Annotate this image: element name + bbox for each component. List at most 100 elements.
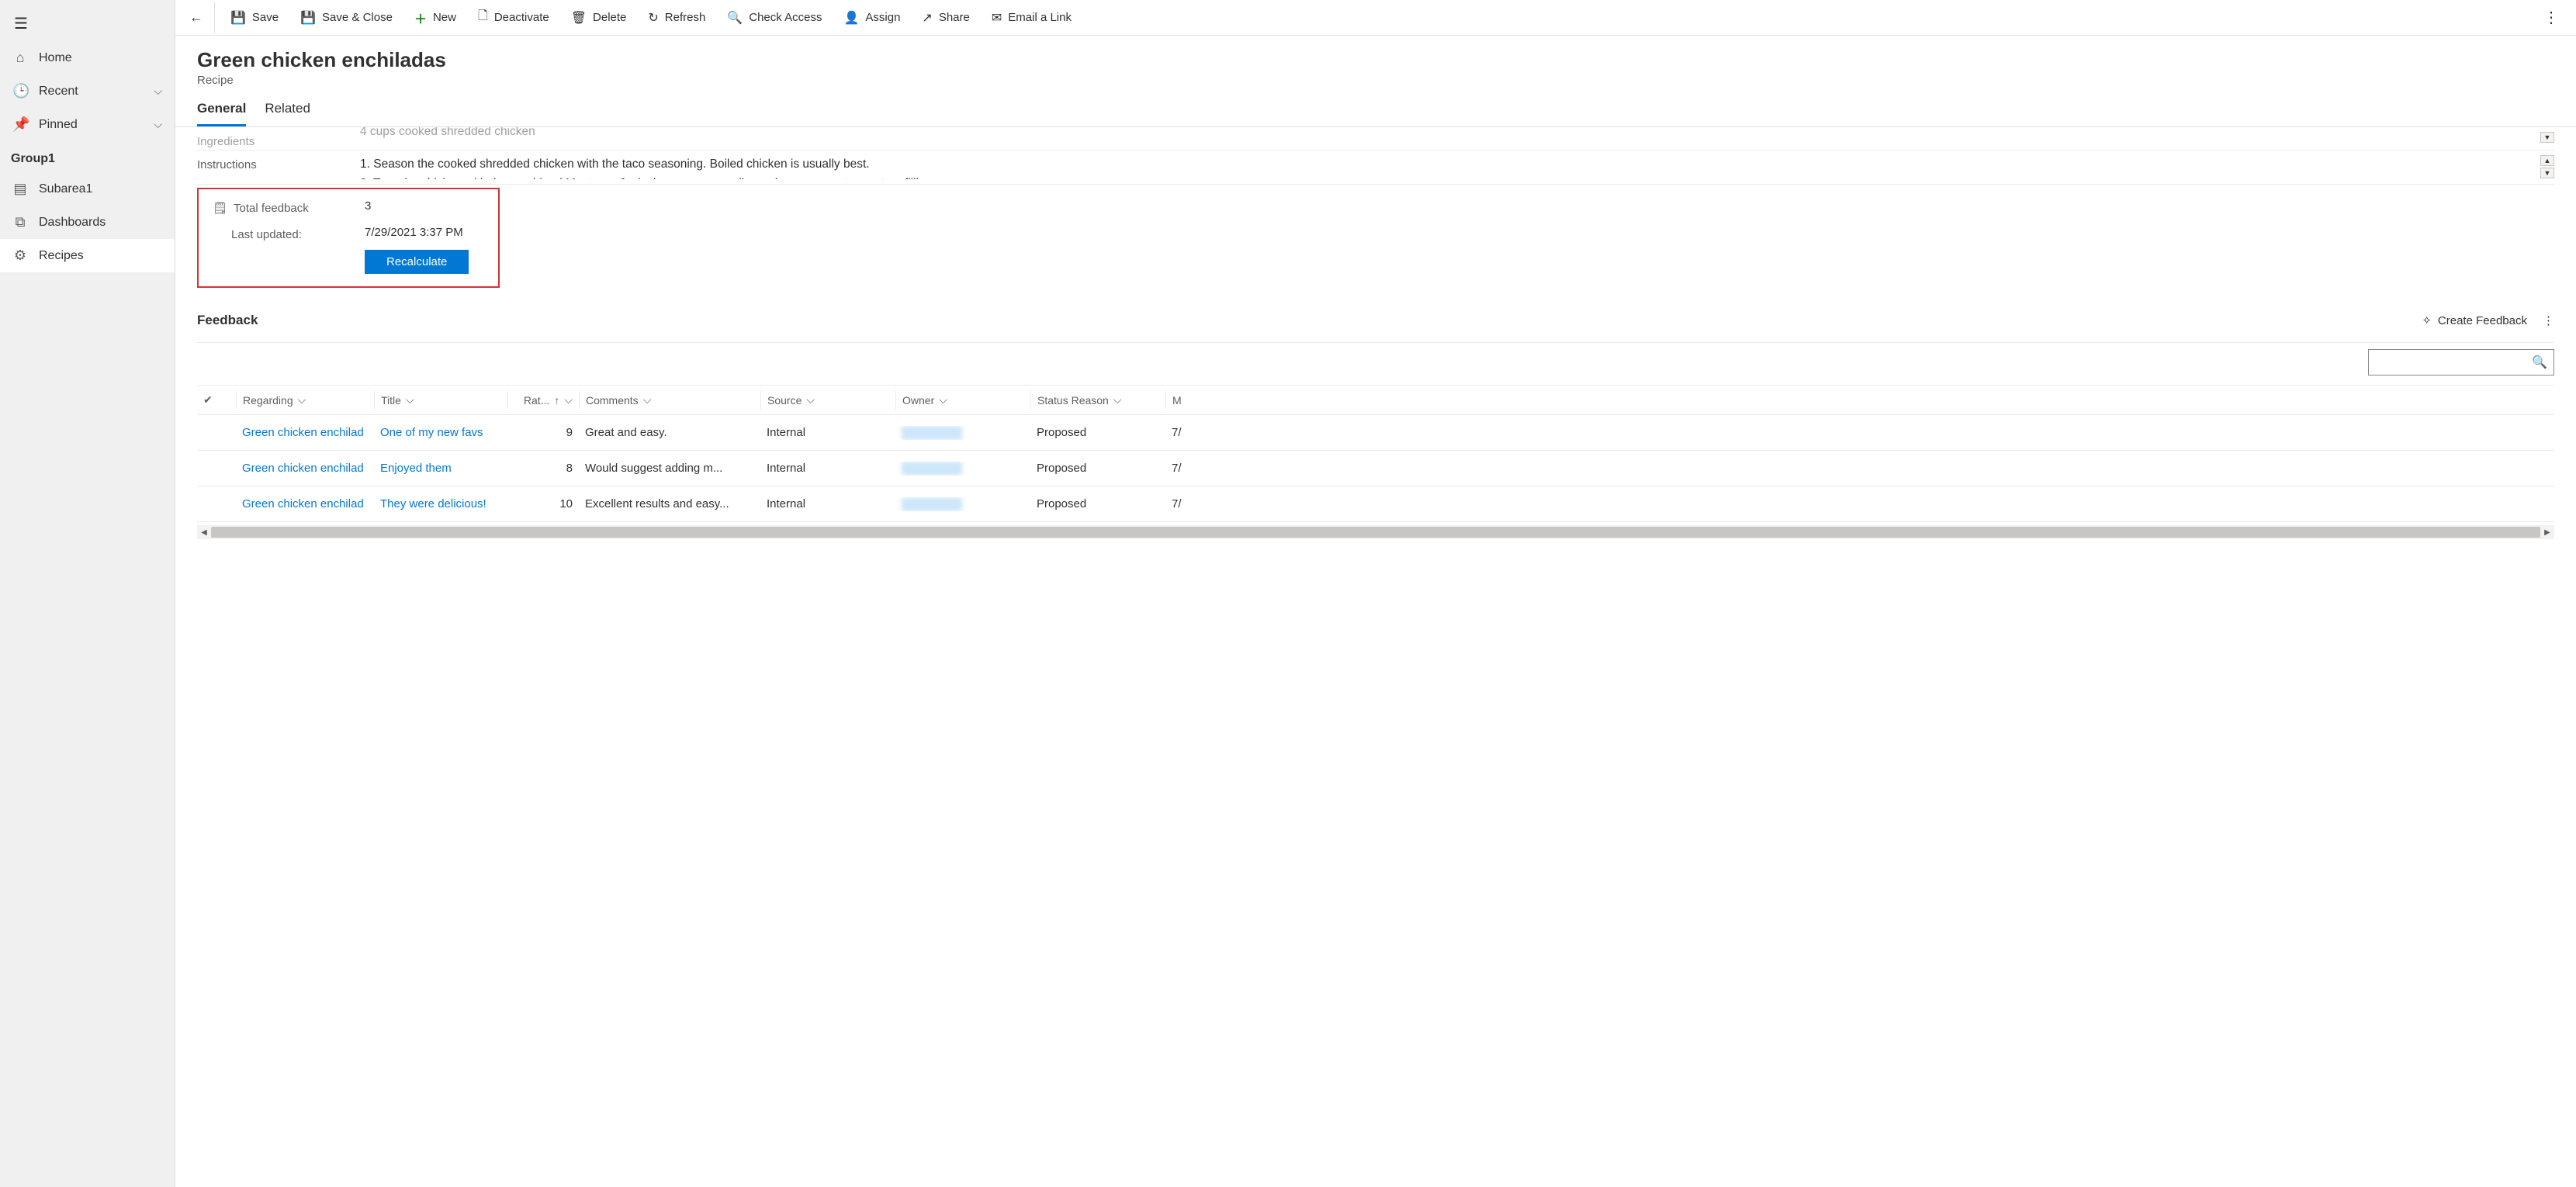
instructions-value[interactable]: 1. Season the cooked shredded chicken wi… — [360, 155, 2531, 179]
delete-button[interactable]: 🗑 Delete — [560, 4, 638, 32]
table-row[interactable]: Green chicken enchilad They were delicio… — [197, 486, 2554, 522]
cell-regarding[interactable]: Green chicken enchilad — [236, 426, 374, 439]
tab-related[interactable]: Related — [265, 101, 310, 126]
table-row[interactable]: Green chicken enchilad One of my new fav… — [197, 415, 2554, 451]
field-ingredients: Ingredients 4 cups cooked shredded chick… — [197, 127, 2554, 151]
select-all-checkbox[interactable]: ✔ — [197, 391, 236, 410]
grid-horizontal-scrollbar[interactable]: ◀ ▶ — [197, 525, 2554, 539]
cell-title[interactable]: They were delicious! — [374, 497, 507, 510]
check-access-button[interactable]: 🔍 Check Access — [716, 4, 833, 32]
save-close-icon: 💾 — [300, 10, 316, 26]
assign-button[interactable]: 👤 Assign — [833, 4, 911, 32]
plus-icon: ＋ — [414, 9, 427, 27]
nav-subarea1[interactable]: ▤ Subarea1 — [0, 172, 175, 206]
search-icon: 🔍 — [2532, 355, 2547, 370]
trash-icon: 🗑 — [571, 10, 587, 26]
instructions-scroll[interactable]: ▲ ▼ — [2540, 155, 2554, 179]
col-owner[interactable]: Owner⌵ — [895, 391, 1030, 410]
save-icon: 💾 — [230, 10, 246, 26]
save-close-button[interactable]: 💾 Save & Close — [289, 4, 403, 32]
calculator-icon: 🗒 — [213, 201, 227, 215]
feedback-grid: ✔ Regarding⌵ Title⌵ Rat...↑⌵ Comments⌵ S… — [197, 385, 2554, 522]
grid-header-row: ✔ Regarding⌵ Title⌵ Rat...↑⌵ Comments⌵ S… — [197, 386, 2554, 415]
tab-strip: General Related — [175, 87, 2576, 127]
refresh-label: Refresh — [665, 11, 706, 24]
refresh-button[interactable]: ↻ Refresh — [637, 4, 716, 32]
plus-outline-icon: ✧ — [2422, 313, 2432, 327]
cell-title[interactable]: One of my new favs — [374, 426, 507, 439]
nav-group-label: Group1 — [0, 141, 175, 172]
col-title[interactable]: Title⌵ — [374, 391, 507, 410]
nav-pinned[interactable]: 📌 Pinned ⌵ — [0, 108, 175, 141]
feedback-more-button[interactable]: ⋮ — [2543, 313, 2554, 327]
cell-source: Internal — [760, 497, 895, 510]
assign-label: Assign — [865, 11, 900, 24]
cell-title[interactable]: Enjoyed them — [374, 462, 507, 475]
deactivate-button[interactable]: 🗋 Deactivate — [467, 1, 560, 34]
chevron-down-icon: ⌵ — [806, 393, 815, 407]
col-status-reason[interactable]: Status Reason⌵ — [1030, 391, 1165, 410]
col-comments[interactable]: Comments⌵ — [579, 391, 760, 410]
feedback-section-header: Feedback ✧ Create Feedback ⋮ — [197, 303, 2554, 343]
main-area: ← 💾 Save 💾 Save & Close ＋ New 🗋 Deactiva… — [175, 0, 2576, 1187]
col-source[interactable]: Source⌵ — [760, 391, 895, 410]
cell-owner[interactable] — [895, 462, 1030, 476]
scroll-down-icon[interactable]: ▼ — [2540, 132, 2554, 143]
assign-icon: 👤 — [843, 10, 859, 26]
left-nav: ☰ ⌂ Home 🕒 Recent ⌵ 📌 Pinned ⌵ Group1 ▤ … — [0, 0, 175, 1187]
check-access-icon: 🔍 — [727, 10, 743, 26]
home-icon: ⌂ — [12, 50, 28, 66]
total-feedback-value: 3 — [365, 197, 498, 216]
scroll-up-icon[interactable]: ▲ — [2540, 155, 2554, 166]
cell-regarding[interactable]: Green chicken enchilad — [236, 497, 374, 510]
col-regarding[interactable]: Regarding⌵ — [236, 391, 374, 410]
share-button[interactable]: ↗ Share — [911, 4, 980, 32]
ingredients-scroll[interactable]: ▼ — [2540, 132, 2554, 145]
tab-general[interactable]: General — [197, 101, 246, 126]
create-feedback-button[interactable]: ✧ Create Feedback — [2422, 313, 2527, 327]
chevron-down-icon: ⌵ — [298, 393, 306, 407]
col-modified[interactable]: M — [1165, 391, 1196, 410]
cell-owner[interactable] — [895, 426, 1030, 440]
cell-comments: Great and easy. — [579, 426, 760, 439]
nav-dashboards-label: Dashboards — [39, 216, 106, 230]
email-link-button[interactable]: ✉ Email a Link — [981, 4, 1082, 32]
table-row[interactable]: Green chicken enchilad Enjoyed them 8 Wo… — [197, 451, 2554, 486]
chevron-down-icon: ⌵ — [154, 118, 162, 131]
chevron-down-icon: ⌵ — [939, 393, 947, 407]
ingredients-label: Ingredients — [197, 132, 360, 145]
new-label: New — [433, 11, 456, 24]
cell-rating: 9 — [507, 426, 579, 439]
pin-icon: 📌 — [12, 116, 28, 133]
delete-label: Delete — [593, 11, 626, 24]
col-rating[interactable]: Rat...↑⌵ — [507, 391, 579, 410]
cell-regarding[interactable]: Green chicken enchilad — [236, 462, 374, 475]
scroll-right-icon[interactable]: ▶ — [2540, 528, 2554, 537]
refresh-icon: ↻ — [648, 10, 658, 26]
scroll-left-icon[interactable]: ◀ — [197, 528, 211, 537]
form-content: Ingredients 4 cups cooked shredded chick… — [175, 127, 2576, 1187]
share-icon: ↗ — [922, 10, 932, 26]
recalculate-button[interactable]: Recalculate — [365, 250, 469, 274]
nav-recipes[interactable]: ⚙ Recipes — [0, 239, 175, 272]
feedback-search-input[interactable]: 🔍 — [2368, 349, 2554, 375]
back-button[interactable]: ← — [178, 2, 215, 33]
scroll-down-icon[interactable]: ▼ — [2540, 168, 2554, 178]
cell-owner[interactable] — [895, 497, 1030, 511]
nav-dashboards[interactable]: ⧉ Dashboards — [0, 206, 175, 239]
deactivate-label: Deactivate — [494, 11, 549, 24]
ingredients-value[interactable]: 4 cups cooked shredded chicken 2 tbsp ta… — [360, 127, 2531, 145]
last-updated-label: Last updated: — [213, 225, 365, 241]
hamburger-icon[interactable]: ☰ — [0, 6, 175, 41]
sort-asc-icon: ↑ — [554, 394, 559, 407]
nav-home[interactable]: ⌂ Home — [0, 41, 175, 74]
save-button[interactable]: 💾 Save — [220, 4, 289, 32]
new-button[interactable]: ＋ New — [403, 2, 467, 33]
nav-recent[interactable]: 🕒 Recent ⌵ — [0, 74, 175, 108]
record-entity: Recipe — [197, 74, 2554, 87]
more-commands-button[interactable]: ⋮ — [2533, 2, 2570, 33]
total-feedback-control: 🗒 Total feedback 3 Last updated: 7/29/20… — [197, 188, 500, 288]
cell-source: Internal — [760, 462, 895, 475]
email-icon: ✉ — [992, 10, 1002, 26]
share-label: Share — [939, 11, 970, 24]
